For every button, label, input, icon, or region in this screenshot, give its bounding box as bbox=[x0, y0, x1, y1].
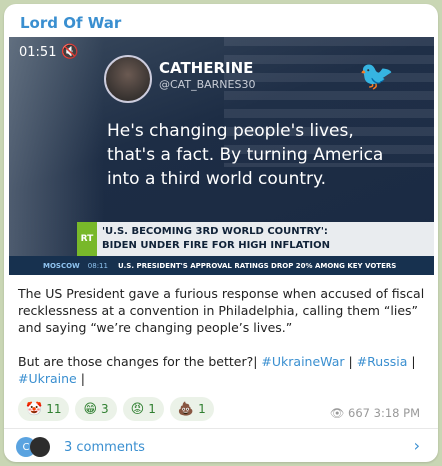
post-paragraph-2: But are those changes for the better?| #… bbox=[18, 353, 428, 387]
hashtag-ukraine[interactable]: #Ukraine bbox=[18, 371, 77, 386]
separator: | bbox=[407, 354, 416, 369]
reaction-count: 1 bbox=[148, 402, 156, 416]
tweet-avatar bbox=[104, 55, 152, 103]
eye-icon: 👁 bbox=[329, 406, 345, 420]
separator: | bbox=[76, 371, 85, 386]
hashtag-ukrainewar[interactable]: #UkraineWar bbox=[261, 354, 344, 369]
reaction-clown[interactable]: 🤡 11 bbox=[18, 397, 70, 421]
rt-logo: RT bbox=[77, 222, 97, 256]
ticker-headline-1: 'U.S. BECOMING 3RD WORLD COUNTRY': bbox=[102, 226, 328, 237]
tweet-author: CATHERINE bbox=[159, 59, 254, 77]
tweet-quote: He's changing people's lives, that's a f… bbox=[107, 121, 384, 189]
reaction-poop[interactable]: 💩 1 bbox=[169, 397, 214, 421]
reaction-angry[interactable]: 😡 1 bbox=[122, 397, 164, 421]
reaction-grin[interactable]: 😁 3 bbox=[75, 397, 117, 421]
poop-icon: 💩 bbox=[177, 401, 195, 417]
video-duration: 01:51 bbox=[19, 45, 57, 60]
comments-button[interactable]: C 3 comments › bbox=[16, 434, 426, 460]
post-text: The US President gave a furious response… bbox=[18, 285, 428, 387]
chevron-right-icon: › bbox=[413, 436, 420, 455]
post-question: But are those changes for the better?| bbox=[18, 354, 262, 369]
twitter-bird-icon: 🐦 bbox=[359, 59, 394, 92]
hashtag-russia[interactable]: #Russia bbox=[357, 354, 408, 369]
ticker-headline-2: BIDEN UNDER FIRE FOR HIGH INFLATION bbox=[102, 240, 331, 251]
channel-name[interactable]: Lord Of War bbox=[20, 14, 121, 32]
message-meta: 👁 667 3:18 PM bbox=[330, 406, 420, 420]
grin-face-icon: 😁 bbox=[83, 401, 98, 417]
separator: | bbox=[344, 354, 357, 369]
news-ticker: RT 'U.S. BECOMING 3RD WORLD COUNTRY': BI… bbox=[77, 222, 434, 256]
reaction-count: 1 bbox=[198, 402, 206, 416]
clown-face-icon: 🤡 bbox=[26, 401, 43, 417]
angry-face-icon: 😡 bbox=[130, 401, 145, 417]
reactions-bar: 🤡 11 😁 3 😡 1 💩 1 bbox=[18, 397, 214, 421]
commenter-avatar bbox=[30, 437, 50, 457]
post-paragraph-1: The US President gave a furious response… bbox=[18, 286, 425, 335]
ticker-location: MOSCOW bbox=[43, 261, 80, 270]
ticker-bar: MOSCOW 08:11 U.S. PRESIDENT'S APPROVAL R… bbox=[9, 256, 434, 275]
mute-icon[interactable]: 🔇 bbox=[61, 44, 78, 60]
tweet-handle: @CAT_BARNES30 bbox=[159, 78, 256, 91]
ticker-clock: 08:11 bbox=[87, 261, 108, 270]
reaction-count: 11 bbox=[46, 402, 62, 416]
ticker-message: U.S. PRESIDENT'S APPROVAL RATINGS DROP 2… bbox=[117, 261, 397, 270]
comments-label: 3 comments bbox=[64, 439, 145, 455]
view-count: 667 bbox=[348, 406, 370, 420]
divider bbox=[4, 428, 438, 429]
reaction-count: 3 bbox=[101, 402, 109, 416]
message-time: 3:18 PM bbox=[373, 406, 420, 420]
message-card: Lord Of War 01:51 🔇 CATHERINE @CAT_BARNE… bbox=[4, 4, 438, 462]
video-player[interactable]: 01:51 🔇 CATHERINE @CAT_BARNES30 🐦 He's c… bbox=[9, 37, 434, 275]
